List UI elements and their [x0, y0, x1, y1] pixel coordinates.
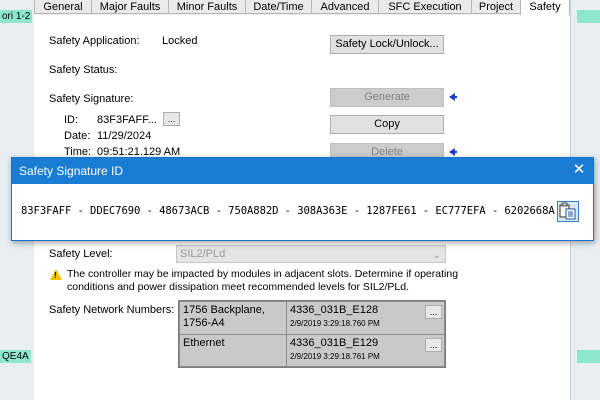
network-number-browse-button[interactable]: ... — [425, 338, 442, 352]
close-icon[interactable]: ✕ — [571, 161, 587, 179]
safety-application-value: Locked — [162, 35, 198, 47]
tab-date-time[interactable]: Date/Time — [245, 0, 312, 14]
tab-major-faults[interactable]: Major Faults — [91, 0, 169, 14]
tab-safety[interactable]: Safety — [520, 0, 570, 16]
tab-minor-faults[interactable]: Minor Faults — [168, 0, 246, 14]
network-timestamp: 2/9/2019 3:29:18.760 PM — [290, 319, 380, 328]
safety-signature-label: Safety Signature: — [49, 93, 134, 105]
safety-network-numbers-label: Safety Network Numbers: — [49, 304, 175, 316]
delete-arrow-icon — [449, 148, 457, 156]
right-tag-bottom — [577, 350, 600, 363]
tab-project[interactable]: Project — [471, 0, 521, 14]
safety-network-numbers-grid: 1756 Backplane, 1756-A4 4336_031B_E128 2… — [178, 300, 446, 368]
network-name-cell: Ethernet — [179, 334, 287, 367]
signature-id-label: ID: — [64, 114, 79, 126]
network-number-browse-button[interactable]: ... — [425, 305, 442, 319]
signature-id-value: 83F3FAFF... — [97, 114, 157, 126]
tab-strip: General Major Faults Minor Faults Date/T… — [34, 0, 570, 16]
dialog-titlebar[interactable]: Safety Signature ID ✕ — [12, 158, 593, 184]
network-number: 4336_031B_E129 — [290, 337, 379, 349]
network-name-cell: 1756 Backplane, 1756-A4 — [179, 301, 287, 335]
network-name-line-1: 1756 Backplane, — [183, 304, 265, 316]
copy-to-clipboard-button[interactable] — [557, 201, 579, 222]
tab-advanced[interactable]: Advanced — [311, 0, 379, 14]
safety-signature-id-dialog: Safety Signature ID ✕ 83F3FAFF - DDEC769… — [11, 157, 594, 241]
safety-status-label: Safety Status: — [49, 64, 118, 76]
network-number-cell: 4336_031B_E129 2/9/2019 3:29:18.761 PM .… — [286, 334, 445, 367]
generate-button[interactable]: Generate — [330, 88, 444, 107]
safety-application-label: Safety Application: — [49, 35, 140, 47]
left-tag-bottom: QE4A — [0, 350, 31, 363]
warning-message-line-1: The controller may be impacted by module… — [67, 268, 459, 280]
network-number: 4336_031B_E128 — [290, 304, 379, 316]
signature-id-text: 83F3FAFF - DDEC7690 - 48673ACB - 750A882… — [21, 205, 555, 217]
network-timestamp: 2/9/2019 3:29:18.761 PM — [290, 352, 380, 361]
signature-date-value: 11/29/2024 — [97, 130, 152, 142]
network-name-line-1: Ethernet — [183, 337, 225, 349]
right-tag-top — [577, 10, 600, 23]
generate-arrow-icon — [449, 93, 457, 101]
warning-icon: ! — [50, 269, 62, 280]
network-name-line-2: 1756-A4 — [183, 317, 225, 329]
chevron-down-icon: ⌄ — [432, 250, 441, 261]
copy-button[interactable]: Copy — [330, 115, 444, 134]
left-tag-top: ori 1-2 — [0, 10, 33, 23]
safety-level-label: Safety Level: — [49, 248, 113, 260]
safety-lock-unlock-button[interactable]: Safety Lock/Unlock... — [330, 35, 444, 54]
network-number-cell: 4336_031B_E128 2/9/2019 3:29:18.760 PM .… — [286, 301, 445, 335]
safety-level-value: SIL2/PLd — [180, 248, 226, 260]
tab-sfc-execution[interactable]: SFC Execution — [378, 0, 472, 14]
warning-message-line-2: conditions and power dissipation meet re… — [67, 281, 410, 293]
clipboard-icon — [559, 202, 576, 220]
signature-date-label: Date: — [64, 130, 91, 142]
signature-id-browse-button[interactable]: ... — [163, 112, 180, 126]
safety-level-select[interactable]: SIL2/PLd ⌄ — [176, 245, 446, 263]
tab-general[interactable]: General — [34, 0, 92, 14]
dialog-title: Safety Signature ID — [19, 164, 124, 178]
